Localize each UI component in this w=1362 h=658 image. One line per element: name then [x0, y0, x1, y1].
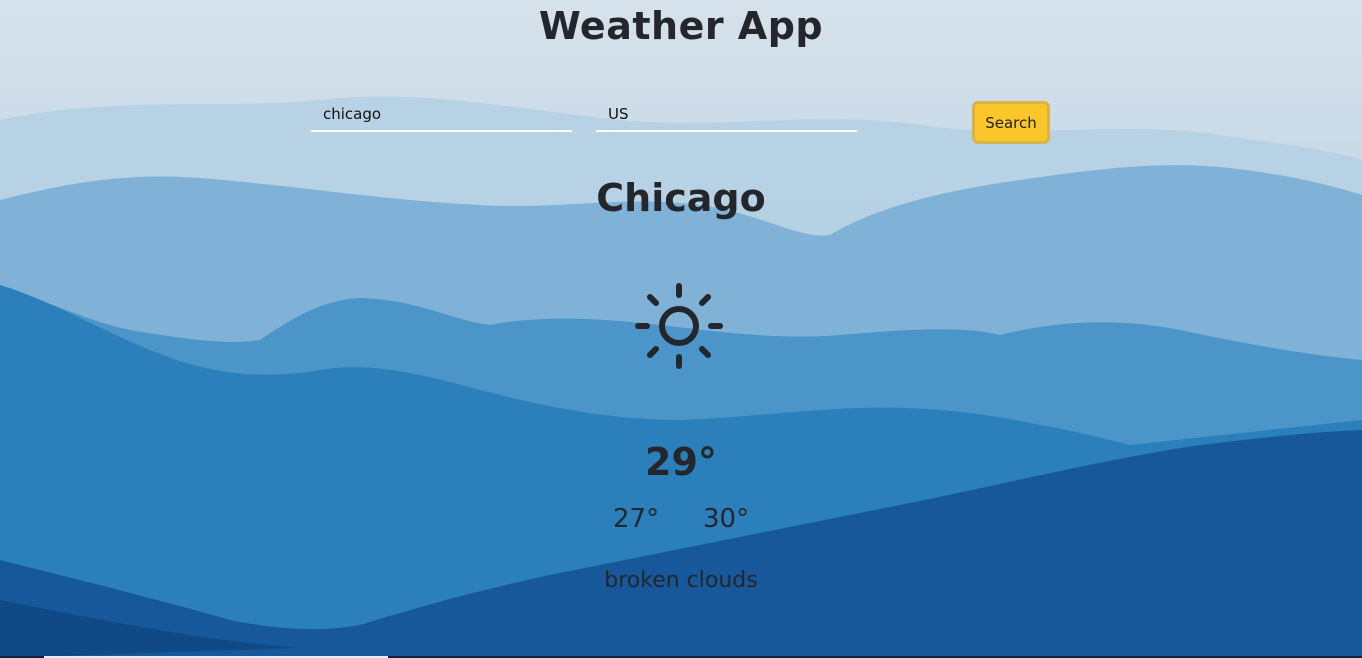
- search-button[interactable]: Search: [972, 101, 1050, 144]
- current-temperature: 29°: [645, 440, 717, 484]
- country-input[interactable]: [596, 98, 857, 130]
- app-title: Weather App: [538, 4, 824, 48]
- min-temperature: 27°: [613, 504, 660, 534]
- city-input[interactable]: [311, 98, 572, 130]
- country-field[interactable]: [596, 98, 857, 132]
- max-temperature: 30°: [703, 504, 750, 534]
- sun-icon: [635, 283, 723, 369]
- weather-description: broken clouds: [604, 568, 758, 593]
- city-name: Chicago: [596, 176, 766, 220]
- weather-app-page: Weather App Search Chicago 29° 27° 30° b…: [0, 0, 1362, 658]
- city-field[interactable]: [311, 98, 572, 132]
